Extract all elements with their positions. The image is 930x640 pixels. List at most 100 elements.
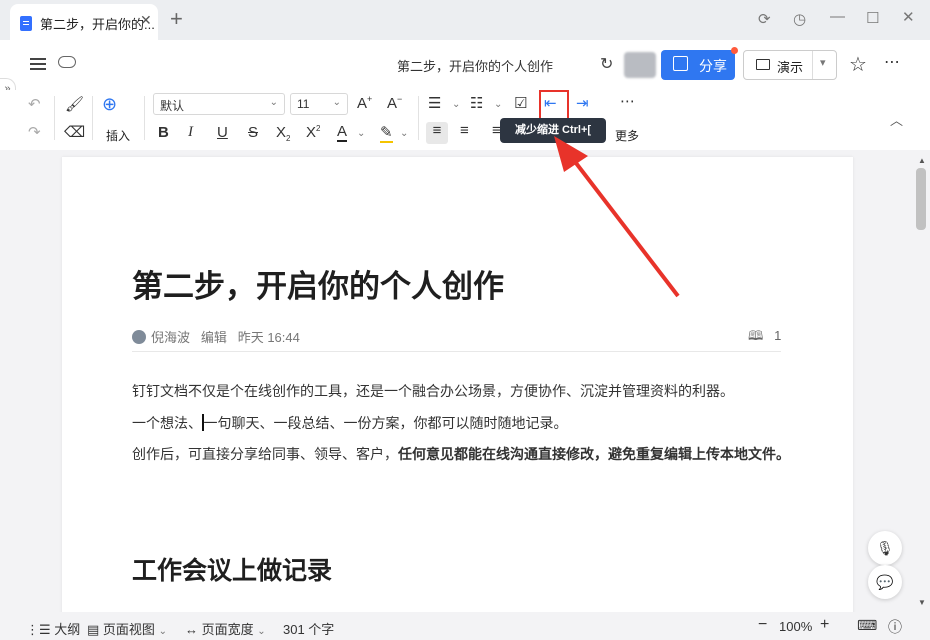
chevron-down-icon[interactable]: ⌄ [494,99,502,110]
italic-icon[interactable]: I [188,124,193,141]
document-tab[interactable]: 第二步，开启你的... ✕ [10,4,158,40]
chevron-down-icon: ⌄ [269,97,278,108]
word-count: 301 个字 [283,622,335,637]
document-page[interactable]: 第二步，开启你的个人创作 倪海波 编辑 昨天 16:44 🕮 1 钉钉文档不仅是… [62,157,853,617]
chevron-down-icon[interactable]: ▾ [820,56,826,69]
indent-tooltip: 减少缩进 Ctrl+[ [500,118,606,143]
tab-bar: 第二步，开启你的... ✕ + ⟳ ◷ — ☐ ✕ [0,0,930,40]
outline-label: 大纲 [54,622,81,637]
chevron-down-icon: ⌄ [257,626,266,637]
scrollbar-thumb[interactable] [916,168,926,230]
chevron-down-icon[interactable]: ⌄ [400,128,408,139]
scroll-down-icon[interactable]: ▼ [918,598,926,607]
close-tab-icon[interactable]: ✕ [140,12,152,29]
maximize-icon[interactable]: ☐ [866,9,879,27]
scroll-up-icon[interactable]: ▲ [918,156,926,165]
doc-header: 第二步，开启你的个人创作 ↻ 分享 演示 ▾ ☆ ⋯ [0,40,930,90]
outline-button[interactable]: ⋮☰ 大纲 [26,619,80,638]
more-icon[interactable]: ⋯ [620,92,636,110]
subscript-icon[interactable]: X2 [276,124,290,143]
history-icon[interactable]: ◷ [793,10,806,28]
chevron-down-icon[interactable]: ⌄ [357,128,365,139]
author-name[interactable]: 倪海波 [151,330,190,345]
zoom-out-icon[interactable]: − [758,616,767,634]
font-family-value: 默认 [160,99,185,113]
clear-format-icon[interactable]: ⌫ [64,123,85,141]
insert-label[interactable]: 插入 [106,127,130,144]
paragraph-text: 一个想法、 [132,415,202,431]
font-size-select[interactable]: 11 ⌄ [290,93,348,115]
chat-icon[interactable]: 💬 [868,565,902,599]
font-family-select[interactable]: 默认 ⌄ [153,93,285,115]
toolbar-divider [54,96,55,140]
align-center-icon[interactable]: ≡ [460,122,469,139]
more-icon[interactable]: ⋯ [884,52,901,72]
revision-icon[interactable]: ↻ [600,54,613,74]
page-view-label: 页面视图 [102,622,155,637]
document-title[interactable]: 第二步，开启你的个人创作 [132,261,504,306]
author-avatar [132,330,146,344]
present-divider [812,51,813,79]
paragraph-text: 创作后，可直接分享给同事、领导、客户， [132,446,398,462]
minimize-icon[interactable]: — [830,8,845,25]
edit-label: 编辑 [200,330,227,345]
chevron-down-icon: ⌄ [158,626,167,637]
page-view-button[interactable]: ▤ 页面视图 ⌄ [87,619,167,638]
font-color-icon[interactable]: A [337,123,348,142]
present-label: 演示 [777,60,804,75]
sync-icon[interactable]: ⟳ [758,10,771,28]
align-left-icon[interactable]: ≡ [426,122,448,144]
menu-icon[interactable] [30,58,46,70]
numbered-list-icon[interactable]: ☷ [470,94,483,112]
redo-icon[interactable]: ↷ [28,123,41,141]
more-label[interactable]: 更多 [615,127,639,144]
meta-divider [132,351,781,352]
paragraph[interactable]: 创作后，可直接分享给同事、领导、客户，任何意见都能在线沟通直接修改，避免重复编辑… [132,438,792,470]
header-doc-title: 第二步，开启你的个人创作 [396,59,553,74]
paragraph-text: 一句聊天、一段总结、一份方案，你都可以随时随地记录。 [203,415,568,431]
toolbar-divider [144,96,145,140]
page-width-button[interactable]: ↔ 页面宽度 ⌄ [185,619,266,638]
share-button[interactable]: 分享 [661,47,738,80]
zoom-level[interactable]: 100% [779,619,812,634]
book-icon: 🕮 [748,328,764,343]
increase-indent-icon[interactable]: ⇥ [576,94,589,112]
chevron-down-icon[interactable]: ⌄ [452,99,460,110]
paragraph[interactable]: 一个想法、 一句聊天、一段总结、一份方案，你都可以随时随地记录。 [132,407,792,439]
paragraph[interactable]: 钉钉文档不仅是个在线创作的工具，还是一个融合办公场景，方便协作、沉淀并管理资料的… [132,375,792,407]
superscript-icon[interactable]: X2 [306,124,320,141]
section-heading[interactable]: 工作会议上做记录 [132,551,332,587]
increase-font-icon[interactable]: A+ [357,94,372,112]
present-button[interactable]: 演示 ▾ [743,50,837,80]
chevron-down-icon: ⌄ [332,97,341,108]
highlight-color-icon[interactable]: ✎ [380,123,393,143]
voice-input-icon[interactable]: 🎙 [868,531,902,565]
comment-count[interactable]: 🕮 1 [748,327,781,349]
close-window-icon[interactable]: ✕ [902,8,915,26]
checklist-icon[interactable]: ☑ [514,94,527,112]
avatar[interactable] [624,52,656,78]
font-size-value: 11 [297,97,310,111]
insert-icon[interactable]: ⊕ [102,94,117,115]
strikethrough-icon[interactable]: S [248,124,258,141]
page-width-icon: ↔ [185,622,198,637]
document-icon [20,16,32,31]
star-icon[interactable]: ☆ [849,52,867,77]
page-view-icon: ▤ [87,622,100,637]
decrease-font-icon[interactable]: A− [387,94,402,112]
bold-icon[interactable]: B [158,124,169,141]
bullet-list-icon[interactable]: ☰ [428,94,441,112]
cloud-icon [58,56,76,68]
undo-icon[interactable]: ↶ [28,95,41,113]
collapse-toolbar-icon[interactable]: ︿ [890,110,903,129]
help-icon[interactable]: ⓘ [888,617,902,637]
format-painter-icon[interactable]: 🖌 [65,95,84,113]
format-toolbar: ↶ ↷ 🖌 ⌫ ⊕ 插入 默认 ⌄ 11 ⌄ A+ A− B I U S X2 X2… [0,90,930,150]
comment-count-value: 1 [774,328,782,343]
new-tab-button[interactable]: + [170,6,183,32]
zoom-in-icon[interactable]: + [820,616,829,634]
underline-icon[interactable]: U [217,124,228,141]
tab-title: 第二步，开启你的... [40,17,155,32]
toolbar-divider [418,96,419,140]
keyboard-icon[interactable]: ⌨ [857,617,877,634]
